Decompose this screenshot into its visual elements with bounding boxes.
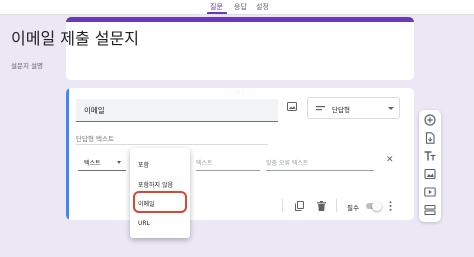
menu-item-contains[interactable]: 포함 [138,160,149,169]
copy-icon[interactable] [295,201,304,211]
validation-text-input[interactable]: 텍스트 [196,158,213,167]
custom-error-input[interactable]: 맞춤 오류 텍스트 [266,158,308,167]
menu-item-url[interactable]: URL [138,220,150,227]
drag-handle-icon[interactable]: ::: [236,89,244,95]
required-label: 필수 [347,204,359,212]
validation-category-underline [78,170,126,171]
header-accent-stripe [66,17,414,22]
tab-questions[interactable]: 질문 [210,2,223,12]
question-type-label: 단답형 [332,106,350,114]
question-type-dropdown[interactable]: 단답형 [307,97,400,119]
title-icon[interactable] [424,150,436,162]
footer-divider [336,199,337,212]
active-card-indicator [66,88,69,220]
top-nav: 질문 응답 설정 [0,0,474,15]
validation-category-dropdown[interactable]: 텍스트 [84,158,101,167]
video-icon[interactable] [424,186,436,198]
custom-error-underline [266,170,374,171]
short-answer-underline [76,144,268,145]
image-icon[interactable] [424,168,436,180]
chevron-down-icon [388,107,394,110]
side-toolbar [419,110,441,222]
image-icon[interactable] [287,102,297,111]
tab-responses[interactable]: 응답 [234,2,247,12]
short-answer-placeholder: 단답형 텍스트 [76,135,114,143]
question-title-text: 이메일 [84,106,105,115]
add-circle-icon[interactable] [424,114,436,126]
form-description[interactable]: 설문지 설명 [11,60,43,70]
trash-icon[interactable] [317,201,326,211]
form-header-card[interactable] [66,17,414,80]
import-icon[interactable] [424,132,436,144]
form-title[interactable]: 이메일 제출 설문지 [11,31,139,47]
highlight-outline [133,191,187,213]
question-title-field[interactable]: 이메일 [76,99,278,122]
footer-divider [282,199,283,212]
tab-settings[interactable]: 설정 [256,2,269,12]
more-vert-icon[interactable] [389,201,392,211]
required-toggle-knob[interactable] [372,201,382,211]
menu-item-not-contains[interactable]: 포함하지 않음 [138,180,173,189]
active-tab-indicator [207,12,227,14]
short-text-icon [316,106,325,111]
close-icon[interactable]: ✕ [386,156,394,165]
chevron-down-icon[interactable] [117,161,121,164]
section-icon[interactable] [424,204,436,216]
validation-text-underline [196,170,260,171]
